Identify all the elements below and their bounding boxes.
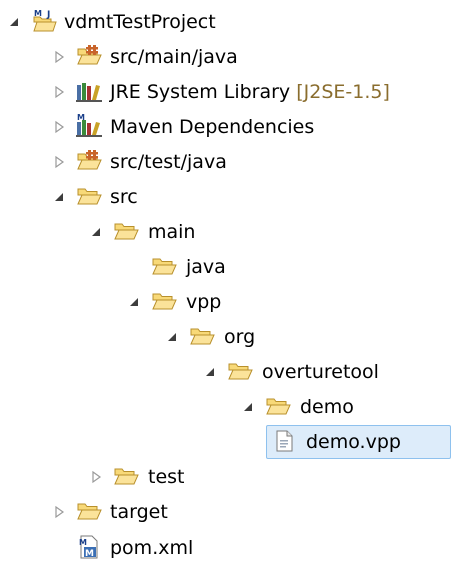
- tree-item-label: vpp: [186, 291, 222, 313]
- tree-item-label: java: [186, 256, 226, 278]
- package-folder-icon: [76, 43, 102, 69]
- tree-item-label: main: [148, 221, 196, 243]
- library-icon: [76, 78, 102, 104]
- tree-item-label: org: [224, 326, 256, 348]
- tree-item-org[interactable]: org: [0, 319, 459, 355]
- folder-open-icon: [76, 498, 102, 524]
- tree-item-main[interactable]: main: [0, 214, 459, 250]
- tree-item-maven-dependencies[interactable]: Maven Dependencies: [0, 109, 459, 145]
- tree-item-label: pom.xml: [110, 537, 194, 559]
- expanded-arrow-icon[interactable]: [240, 396, 256, 418]
- expanded-arrow-icon[interactable]: [126, 291, 142, 313]
- file-icon: [271, 428, 297, 454]
- tree-item-label: overturetool: [262, 361, 379, 383]
- tree-item-jre-system-library[interactable]: JRE System Library [J2SE-1.5]: [0, 74, 459, 110]
- collapsed-arrow-icon[interactable]: [88, 466, 104, 488]
- folder-open-icon: [189, 323, 215, 349]
- maven-pom-icon: [76, 534, 102, 560]
- library-version-decoration: [J2SE-1.5]: [296, 81, 390, 103]
- expanded-arrow-icon[interactable]: [51, 186, 67, 208]
- tree-item-java[interactable]: java: [0, 249, 459, 285]
- tree-item-src[interactable]: src: [0, 179, 459, 215]
- tree-item-src-main-java[interactable]: src/main/java: [0, 39, 459, 75]
- package-folder-icon: [76, 148, 102, 174]
- collapsed-arrow-icon[interactable]: [51, 46, 67, 68]
- folder-open-icon: [151, 288, 177, 314]
- expanded-arrow-icon[interactable]: [202, 361, 218, 383]
- tree-item-demo-vpp[interactable]: demo.vpp: [0, 424, 459, 460]
- collapsed-arrow-icon[interactable]: [51, 116, 67, 138]
- tree-item-src-test-java[interactable]: src/test/java: [0, 144, 459, 180]
- collapsed-arrow-icon[interactable]: [51, 151, 67, 173]
- tree-item-project[interactable]: vdmtTestProject: [0, 4, 459, 40]
- folder-open-icon: [227, 358, 253, 384]
- folder-open-icon: [265, 393, 291, 419]
- collapsed-arrow-icon[interactable]: [51, 81, 67, 103]
- tree-item-label: src/test/java: [110, 151, 227, 173]
- expanded-arrow-icon[interactable]: [6, 11, 22, 33]
- tree-item-label: demo: [300, 396, 354, 418]
- folder-open-icon: [76, 183, 102, 209]
- tree-item-label: JRE System Library [J2SE-1.5]: [110, 78, 390, 106]
- folder-open-icon: [151, 253, 177, 279]
- tree-item-overturetool[interactable]: overturetool: [0, 354, 459, 390]
- maven-library-icon: [76, 113, 102, 139]
- tree-item-label: src/main/java: [110, 46, 238, 68]
- tree-item-label: Maven Dependencies: [110, 116, 315, 138]
- collapsed-arrow-icon[interactable]: [51, 501, 67, 523]
- tree-item-label: demo.vpp: [306, 431, 401, 453]
- vdm-maven-project-icon: [32, 8, 58, 34]
- tree-item-target[interactable]: target: [0, 494, 459, 530]
- expanded-arrow-icon[interactable]: [164, 326, 180, 348]
- tree-item-label: src: [110, 186, 138, 208]
- tree-item-label: test: [148, 466, 185, 488]
- tree-item-label: vdmtTestProject: [64, 11, 216, 33]
- folder-open-icon: [113, 463, 139, 489]
- tree-item-demo[interactable]: demo: [0, 389, 459, 425]
- project-explorer-tree: vdmtTestProject src/main/java JRE System…: [0, 0, 459, 585]
- tree-item-label: target: [110, 501, 168, 523]
- tree-item-pom-xml[interactable]: pom.xml: [0, 530, 459, 566]
- library-name: JRE System Library: [110, 81, 291, 103]
- expanded-arrow-icon[interactable]: [88, 221, 104, 243]
- tree-item-test[interactable]: test: [0, 459, 459, 495]
- tree-item-vpp[interactable]: vpp: [0, 284, 459, 320]
- folder-open-icon: [113, 218, 139, 244]
